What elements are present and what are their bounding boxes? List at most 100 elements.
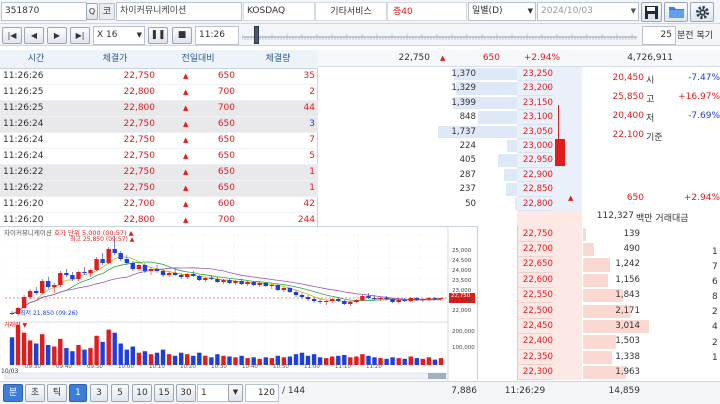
- candle-body: [342, 301, 347, 304]
- candle-body: [227, 280, 232, 283]
- date-input[interactable]: 2024/10/03 ▼: [537, 2, 639, 21]
- time-tick-label: 09:50: [87, 364, 103, 370]
- custom-interval-input[interactable]: 1: [197, 384, 229, 402]
- rewind-start-button[interactable]: |◀: [2, 27, 22, 44]
- interval-input[interactable]: 25: [642, 26, 676, 45]
- time-tick-label: 11:20: [366, 364, 382, 370]
- page-input[interactable]: 120: [245, 384, 279, 402]
- candle-body: [402, 300, 407, 301]
- volume-bar: [76, 345, 81, 365]
- ask-price: 22,950: [518, 153, 553, 168]
- volume-bar: [197, 352, 202, 365]
- bid-zone-border: [517, 226, 583, 380]
- chart-panel: [0, 226, 478, 381]
- interval-button[interactable]: 5: [111, 384, 129, 402]
- trade-price: 22,750: [72, 180, 158, 197]
- candle-body: [420, 299, 425, 300]
- header-price: 체결가: [72, 50, 158, 69]
- ask-price: 23,000: [518, 139, 553, 154]
- trade-volume: 35: [238, 68, 318, 85]
- speed-select[interactable]: X 16 ▼: [93, 26, 145, 45]
- ask-qty: 1,737: [451, 126, 476, 137]
- moving-average-line: [11, 256, 441, 315]
- info-value: 25,850: [612, 92, 645, 102]
- trade-time: 11:26:20: [0, 196, 72, 213]
- settings-button[interactable]: [690, 2, 714, 22]
- trade-change-cell: ▲ 650: [158, 148, 238, 165]
- volume-bar: [396, 358, 401, 365]
- volume-label: 거래량 ▼: [4, 322, 28, 329]
- interval-button[interactable]: 10: [132, 384, 152, 402]
- info-label: 기준: [646, 133, 663, 143]
- pause-button[interactable]: ❚❚: [148, 27, 168, 44]
- candle-body: [311, 299, 317, 301]
- step-back-button[interactable]: ◀: [24, 27, 44, 44]
- trade-row: 11:26:24 22,750 ▲ 650 5: [0, 148, 318, 165]
- timeline-handle[interactable]: [254, 26, 259, 44]
- period-value: 일별(D): [472, 6, 503, 16]
- volume-bar: [438, 358, 444, 365]
- stock-code-input[interactable]: 351870: [1, 2, 87, 21]
- info-value: 20,400: [612, 111, 645, 121]
- save-button[interactable]: [641, 2, 662, 22]
- interval-button[interactable]: 1: [69, 384, 87, 402]
- timeline-slider[interactable]: [241, 33, 637, 40]
- open-folder-button[interactable]: [664, 2, 688, 22]
- edge-value: 8: [712, 292, 718, 302]
- tab-minute[interactable]: 분: [3, 384, 23, 402]
- ask-qty: 287: [459, 169, 476, 180]
- stop-button[interactable]: ■: [172, 27, 192, 44]
- step-forward-icon: ▶: [53, 31, 61, 40]
- pause-icon: ❚❚: [150, 30, 166, 40]
- period-select[interactable]: 일별(D) ▼: [468, 2, 536, 21]
- edge-value: 4: [712, 322, 718, 332]
- stock-name-field[interactable]: 차이커뮤니케이션: [116, 2, 242, 21]
- skip-end-button[interactable]: ▶|: [70, 27, 90, 44]
- ask-qty: 1,370: [451, 69, 476, 79]
- tab-second[interactable]: 초: [25, 384, 45, 402]
- time-tick-label: 10:10: [149, 364, 165, 370]
- chart-scroll-thumb[interactable]: [428, 373, 446, 379]
- interval-button[interactable]: 3: [90, 384, 108, 402]
- volume-bar: [88, 348, 93, 365]
- ask-price: 22,900: [518, 168, 553, 183]
- candle-body: [21, 297, 27, 308]
- folder-icon: [668, 7, 684, 18]
- volume-bar: [70, 351, 75, 365]
- interval-button[interactable]: 30: [176, 384, 196, 402]
- info-change: 650: [626, 193, 644, 203]
- candle-body: [58, 273, 63, 285]
- trade-change-cell: ▲ 650: [158, 132, 238, 149]
- trade-volume: 2: [238, 84, 318, 101]
- summary-rate: +2.94%: [523, 53, 560, 63]
- ask-price: 23,250: [518, 67, 553, 82]
- info-up-triangle-icon: ▲: [568, 194, 574, 202]
- candle-body: [366, 296, 371, 298]
- gear-icon: [695, 6, 709, 19]
- interval-button[interactable]: 15: [154, 384, 174, 402]
- candle-body: [172, 273, 178, 275]
- trade-price: 22,750: [72, 148, 158, 165]
- candle-body: [27, 291, 33, 297]
- replay-time-input[interactable]: 11:26: [195, 26, 239, 45]
- candle-body: [148, 269, 154, 271]
- current-price-tag-label: 22,750: [451, 293, 471, 299]
- chart-title: 차이커뮤니케이션: [4, 229, 52, 237]
- volume-bar: [330, 356, 335, 365]
- ask-price: 23,100: [518, 110, 553, 125]
- candle-body: [118, 253, 123, 259]
- chart-scrollbar[interactable]: [4, 372, 449, 380]
- volume-bar: [15, 325, 21, 365]
- volume-bar: [166, 354, 172, 365]
- trade-price: 22,800: [72, 100, 158, 117]
- tab-tick[interactable]: 틱: [47, 384, 67, 402]
- volume-bar: [52, 346, 57, 365]
- volume-bar: [106, 329, 111, 365]
- candle-body: [34, 291, 39, 293]
- custom-interval-dropdown[interactable]: ▼: [228, 384, 243, 402]
- step-forward-button[interactable]: ▶: [47, 27, 67, 44]
- time-tick-label: 10:50: [273, 364, 289, 370]
- up-triangle-icon: ▲: [183, 168, 189, 176]
- search-button[interactable]: Q: [86, 3, 98, 20]
- volume-bar: [58, 338, 63, 365]
